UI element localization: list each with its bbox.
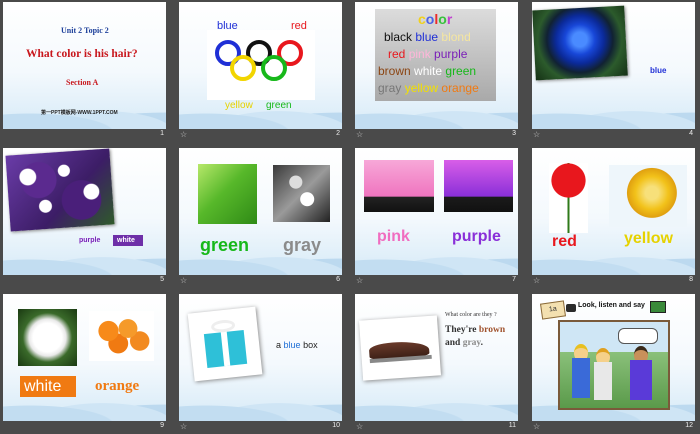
star-icon: ☆ <box>180 422 188 431</box>
section-label: Section A <box>66 78 99 87</box>
color-row-1: black blue blond <box>384 30 471 44</box>
slide-number: 3 <box>512 130 516 137</box>
star-icon: ☆ <box>180 276 188 285</box>
star-icon: ☆ <box>180 130 188 139</box>
word-red: red <box>291 20 307 32</box>
answer-line-2: and gray. <box>445 338 484 348</box>
color-row-2: red pink purple <box>388 47 468 61</box>
star-icon: ☆ <box>356 276 364 285</box>
badge-1a: 1a <box>540 300 566 320</box>
slide-footer-11: ☆ 11 <box>355 421 518 434</box>
shoes-photo <box>359 315 441 381</box>
slide-number: 7 <box>512 276 516 283</box>
slide-thumbnail-4[interactable]: blue <box>532 2 695 129</box>
pink-sky-photo <box>364 160 434 212</box>
gray-flowers-photo <box>273 165 330 222</box>
color-heading: color <box>418 11 453 27</box>
caption-a-blue-box: a blue box <box>276 340 318 350</box>
slide-footer-5: 5 <box>3 275 166 288</box>
slide-footer-4: ☆ 4 <box>532 129 695 142</box>
slide-thumbnail-3[interactable]: color black blue blond red pink purple b… <box>355 2 518 129</box>
unit-title: Unit 2 Topic 2 <box>61 26 109 35</box>
slide-footer-1: 1 <box>3 129 166 142</box>
slide-thumbnail-9[interactable]: white orange <box>3 294 166 421</box>
slide-number: 6 <box>336 276 340 283</box>
star-icon: ☆ <box>356 130 364 139</box>
slide-thumbnail-5[interactable]: purple white <box>3 148 166 275</box>
speaker-icon <box>566 304 576 312</box>
man-body <box>630 360 652 400</box>
word-red: red <box>552 233 577 250</box>
answer-line-1: They're brown <box>445 325 506 335</box>
color-row-4: gray yellow orange <box>378 81 479 95</box>
slide-footer-6: ☆ 6 <box>179 275 342 288</box>
green-leaf-photo <box>198 164 257 224</box>
word-blue: blue <box>217 20 238 32</box>
word-green: green <box>266 100 292 111</box>
slide-footer-3: ☆ 3 <box>355 129 518 142</box>
gift-box-photo <box>187 306 263 382</box>
blue-rose-photo <box>532 5 628 81</box>
slide-number: 4 <box>689 130 693 137</box>
slide-number: 9 <box>160 422 164 429</box>
olympic-rings-image <box>207 30 315 100</box>
speech-bubble <box>618 328 658 344</box>
slide-thumbnail-8[interactable]: red yellow <box>532 148 695 275</box>
lesson-title: What color is his hair? <box>26 48 138 60</box>
slide-number: 8 <box>689 276 693 283</box>
slide-thumbnail-12[interactable]: 1a Look, listen and say <box>532 294 695 421</box>
caption-blue: blue <box>650 66 667 75</box>
oranges-basket-photo <box>89 311 154 361</box>
word-yellow: yellow <box>225 100 253 111</box>
slide-number: 11 <box>508 422 516 429</box>
slide-thumbnail-1[interactable]: Unit 2 Topic 2 What color is his hair? S… <box>3 2 166 129</box>
slide-footer-9: 9 <box>3 421 166 434</box>
slide-thumbnail-6[interactable]: green gray <box>179 148 342 275</box>
slide-number: 5 <box>160 276 164 283</box>
word-pink: pink <box>377 228 410 245</box>
slide-thumbnail-2[interactable]: blue red yellow green <box>179 2 342 129</box>
purple-sky-photo <box>444 160 513 212</box>
slide-number: 10 <box>332 422 340 429</box>
label-purple: purple <box>79 237 101 244</box>
slide-thumbnail-10[interactable]: a blue box <box>179 294 342 421</box>
yellow-rose-photo <box>609 165 687 227</box>
word-gray: gray <box>283 235 322 255</box>
star-icon: ☆ <box>356 422 364 431</box>
boy-body <box>594 362 612 400</box>
slide-thumbnail-11[interactable]: What color are they ? They're brown and … <box>355 294 518 421</box>
word-orange: orange <box>95 378 140 394</box>
girl-body <box>572 358 590 398</box>
footer-source-text: 第一PPT模板网-WWW.1PPT.COM <box>41 110 118 116</box>
slide-thumbnail-7[interactable]: pink purple <box>355 148 518 275</box>
red-rose-photo <box>549 163 588 233</box>
label-white: white <box>113 235 143 246</box>
video-icon[interactable] <box>650 301 666 313</box>
slide-footer-12: ☆ 12 <box>532 421 695 434</box>
star-icon: ☆ <box>533 130 541 139</box>
green-ring <box>261 55 287 81</box>
question-text: What color are they ? <box>445 312 497 318</box>
slide-footer-7: ☆ 7 <box>355 275 518 288</box>
star-icon: ☆ <box>533 276 541 285</box>
slide-number: 2 <box>336 130 340 137</box>
white-flower-photo <box>18 309 77 366</box>
word-purple: purple <box>452 228 501 245</box>
word-white: white <box>20 376 76 397</box>
yellow-ring <box>230 55 256 81</box>
slide-footer-8: ☆ 8 <box>532 275 695 288</box>
slide-number: 12 <box>685 422 693 429</box>
pansy-flowers-photo <box>5 148 115 232</box>
slide-footer-2: ☆ 2 <box>179 129 342 142</box>
star-icon: ☆ <box>533 422 541 431</box>
slide-number: 1 <box>160 130 164 137</box>
word-green: green <box>200 235 250 255</box>
color-row-3: brown white green <box>378 64 477 78</box>
activity-heading: Look, listen and say <box>578 302 645 309</box>
color-words-panel: color black blue blond red pink purple b… <box>375 9 496 101</box>
word-yellow: yellow <box>624 230 673 247</box>
kids-scene-illustration <box>558 320 670 410</box>
slide-footer-10: ☆ 10 <box>179 421 342 434</box>
